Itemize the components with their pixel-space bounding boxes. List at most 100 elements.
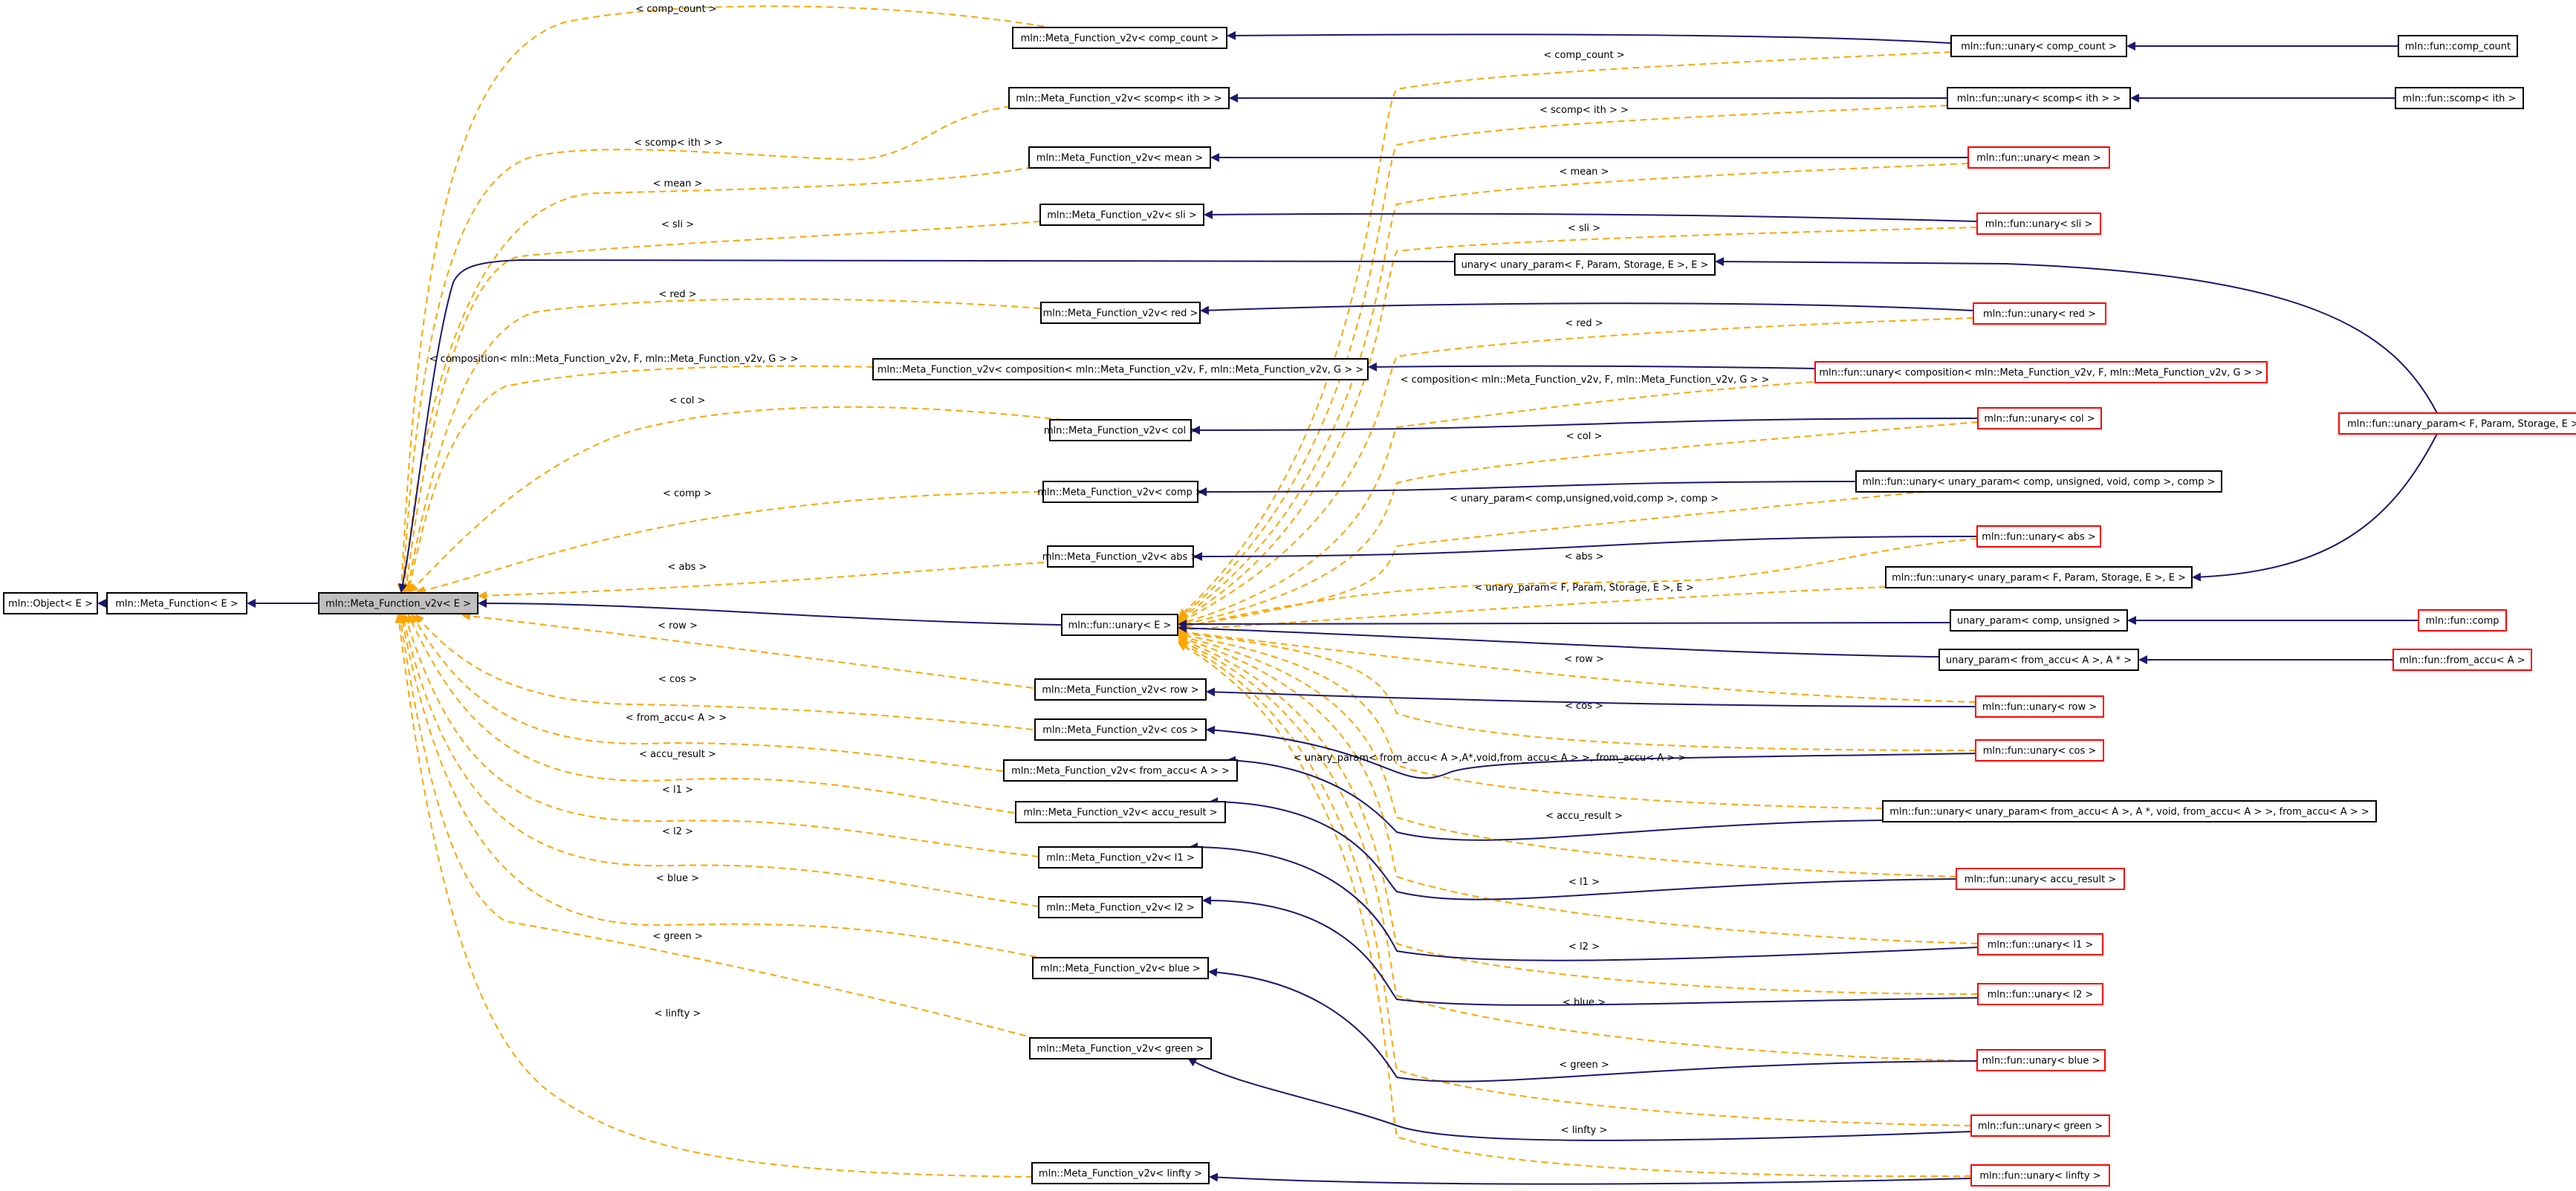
inheritance-edge	[1191, 418, 1979, 435]
edge-label: < l1 >	[662, 785, 693, 796]
edge-label: < accu_result >	[639, 749, 716, 760]
class-node-u-row[interactable]: mln::fun::unary< row >	[1975, 695, 2104, 718]
class-node-u-unary-param-generic[interactable]: mln::fun::unary< unary_param< F, Param, …	[1885, 566, 2193, 588]
template-instance-edge	[400, 614, 1039, 907]
node-label: mln::Meta_Function< E >	[115, 599, 239, 610]
class-node-comp-count[interactable]: mln::fun::comp_count	[2398, 35, 2518, 57]
edge-label: < red >	[658, 289, 696, 300]
class-node-mf-scomp[interactable]: mln::Meta_Function_v2v< scomp< ith > >	[1008, 87, 1230, 109]
template-instance-edge	[1178, 51, 1952, 618]
edge-label: < comp >	[663, 488, 712, 499]
inheritance-edge	[1204, 210, 1978, 222]
node-label: mln::fun::unary< green >	[1978, 1121, 2103, 1132]
class-node-mf-red[interactable]: mln::Meta_Function_v2v< red >	[1040, 302, 1201, 324]
edge-label: < sli >	[661, 219, 694, 230]
class-node-u-mean[interactable]: mln::fun::unary< mean >	[1967, 146, 2110, 169]
class-node-u-red[interactable]: mln::fun::unary< red >	[1973, 302, 2106, 325]
node-label: mln::Meta_Function_v2v< sli >	[1047, 210, 1197, 221]
node-label: mln::fun::unary< mean >	[1976, 153, 2101, 164]
edge-label: < mean >	[653, 178, 703, 189]
class-node-mf-l2[interactable]: mln::Meta_Function_v2v< l2 >	[1038, 896, 1203, 918]
node-label: mln::Meta_Function_v2v< accu_result >	[1023, 808, 1217, 819]
class-node-mf-from-accu[interactable]: mln::Meta_Function_v2v< from_accu< A > >	[1003, 759, 1238, 782]
class-node-meta-function[interactable]: mln::Meta_Function< E >	[106, 592, 247, 614]
node-label: mln::fun::unary< sli >	[1985, 219, 2093, 230]
node-label: mln::Meta_Function_v2v< E >	[325, 599, 471, 610]
class-node-mf-l1[interactable]: mln::Meta_Function_v2v< l1 >	[1038, 846, 1203, 869]
template-instance-edge	[1178, 631, 1884, 809]
node-label: mln::Meta_Function_v2v< row >	[1042, 685, 1198, 696]
edge-label: < comp_count >	[1543, 50, 1624, 61]
class-node-fun-unary-e[interactable]: mln::fun::unary< E >	[1061, 614, 1178, 636]
class-node-u-cos[interactable]: mln::fun::unary< cos >	[1975, 739, 2104, 762]
node-label: mln::fun::comp	[2425, 616, 2499, 627]
inheritance-edge	[1200, 302, 1974, 315]
inheritance-edge	[1715, 257, 2438, 414]
node-label: mln::Meta_Function_v2v< comp >	[1037, 487, 1204, 499]
class-node-u-sli[interactable]: mln::fun::unary< sli >	[1976, 212, 2101, 235]
node-label: unary_param< from_accu< A >, A * >	[1946, 655, 2132, 666]
edge-label: < composition< mln::Meta_Function_v2v, F…	[429, 354, 799, 365]
class-node-u-composition[interactable]: mln::fun::unary< composition< mln::Meta_…	[1814, 361, 2268, 383]
edge-label: < comp_count >	[635, 4, 716, 15]
class-node-unary-unary-param-short[interactable]: unary< unary_param< F, Param, Storage, E…	[1454, 253, 1716, 276]
class-node-u-scomp[interactable]: mln::fun::unary< scomp< ith > >	[1947, 87, 2131, 109]
class-node-from-accu[interactable]: mln::fun::from_accu< A >	[2392, 649, 2532, 671]
node-label: mln::Meta_Function_v2v< abs >	[1042, 552, 1199, 563]
class-node-mf-comp[interactable]: mln::Meta_Function_v2v< comp >	[1037, 481, 1204, 503]
template-instance-edge	[409, 406, 1063, 593]
class-node-mf-mean[interactable]: mln::Meta_Function_v2v< mean >	[1028, 146, 1211, 169]
class-node-mf-accu-result[interactable]: mln::Meta_Function_v2v< accu_result >	[1015, 801, 1226, 823]
edge-label: < unary_param< comp,unsigned,void,comp >…	[1450, 493, 1719, 504]
class-node-u-linfty[interactable]: mln::fun::unary< linfty >	[1970, 1164, 2110, 1187]
node-label: mln::fun::unary< linfty >	[1979, 1171, 2100, 1182]
class-node-u-l2[interactable]: mln::fun::unary< l2 >	[1977, 983, 2103, 1005]
class-node-mf-abs[interactable]: mln::Meta_Function_v2v< abs >	[1042, 545, 1199, 568]
node-label: mln::Meta_Function_v2v< comp_count >	[1021, 33, 1219, 45]
class-node-u-col[interactable]: mln::fun::unary< col >	[1977, 407, 2102, 429]
class-node-u-blue[interactable]: mln::fun::unary< blue >	[1976, 1049, 2106, 1071]
node-label: mln::Meta_Function_v2v< col >	[1044, 426, 1197, 437]
class-node-scomp-ith[interactable]: mln::fun::scomp< ith >	[2395, 87, 2524, 109]
class-node-unary-param-comp-unsigned[interactable]: unary_param< comp, unsigned >	[1950, 609, 2128, 632]
class-node-mf-cos[interactable]: mln::Meta_Function_v2v< cos >	[1034, 718, 1207, 741]
class-node-mf-col[interactable]: mln::Meta_Function_v2v< col >	[1044, 419, 1197, 441]
class-node-comp[interactable]: mln::fun::comp	[2418, 609, 2507, 632]
template-instance-edge	[398, 614, 1037, 958]
template-instance-edge	[403, 298, 1041, 593]
node-label: mln::fun::unary< accu_result >	[1965, 874, 2116, 886]
edge-label: < l2 >	[662, 826, 693, 837]
class-node-mf-comp-count[interactable]: mln::Meta_Function_v2v< comp_count >	[1012, 27, 1227, 49]
class-node-mf-sli[interactable]: mln::Meta_Function_v2v< sli >	[1039, 204, 1204, 226]
edge-label: < unary_param< F, Param, Storage, E >, E…	[1474, 582, 1693, 594]
template-instance-edge	[395, 614, 1034, 1178]
class-node-u-green[interactable]: mln::fun::unary< green >	[1970, 1114, 2110, 1137]
template-instance-edge	[416, 491, 1041, 595]
edge-label: < scomp< ith > >	[634, 137, 723, 149]
class-node-u-accu-result[interactable]: mln::fun::unary< accu_result >	[1956, 868, 2125, 890]
class-node-mf-green[interactable]: mln::Meta_Function_v2v< green >	[1029, 1037, 1212, 1059]
class-node-mf-blue[interactable]: mln::Meta_Function_v2v< blue >	[1032, 957, 1209, 979]
class-node-mf-row[interactable]: mln::Meta_Function_v2v< row >	[1034, 678, 1207, 701]
class-node-u-l1[interactable]: mln::fun::unary< l1 >	[1977, 933, 2103, 955]
class-node-mf-linfty[interactable]: mln::Meta_Function_v2v< linfty >	[1031, 1162, 1210, 1184]
class-node-unary-param[interactable]: mln::fun::unary_param< F, Param, Storage…	[2338, 412, 2576, 435]
class-node-u-unary-param-comp[interactable]: mln::fun::unary< unary_param< comp, unsi…	[1855, 470, 2222, 493]
node-label: unary< unary_param< F, Param, Storage, E…	[1461, 260, 1709, 271]
template-instance-edge	[1178, 628, 1976, 703]
edge-label: < cos >	[658, 674, 697, 685]
edge-label: < col >	[1566, 431, 1603, 442]
class-node-u-comp-count[interactable]: mln::fun::unary< comp_count >	[1950, 35, 2127, 57]
class-node-u-unary-param-from-accu[interactable]: mln::fun::unary< unary_param< from_accu<…	[1882, 800, 2377, 822]
class-node-u-abs[interactable]: mln::fun::unary< abs >	[1976, 525, 2101, 548]
class-node-mf-composition[interactable]: mln::Meta_Function_v2v< composition< mln…	[872, 358, 1369, 380]
class-node-mf-v2v[interactable]: mln::Meta_Function_v2v< E >	[318, 592, 478, 614]
edge-label: < green >	[652, 931, 703, 942]
template-instance-edge	[406, 365, 874, 593]
template-instance-edge	[402, 221, 1041, 593]
class-node-unary-param-from-accu[interactable]: unary_param< from_accu< A >, A * >	[1939, 649, 2139, 671]
inheritance-edge	[1209, 1172, 1972, 1185]
node-label: mln::Meta_Function_v2v< l2 >	[1046, 903, 1194, 914]
class-node-object[interactable]: mln::Object< E >	[3, 592, 98, 614]
node-label: mln::Meta_Function_v2v< linfty >	[1039, 1169, 1202, 1180]
